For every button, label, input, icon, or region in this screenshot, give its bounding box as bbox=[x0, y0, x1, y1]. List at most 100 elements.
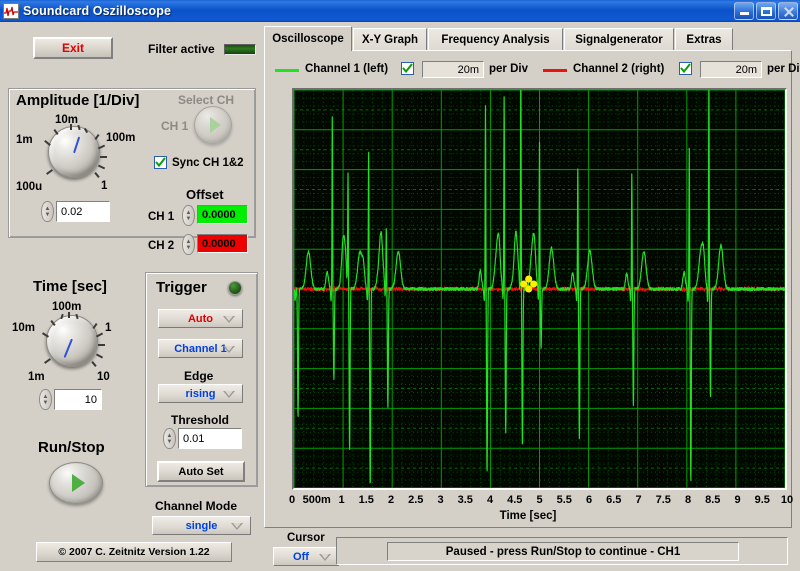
x-tick-label: 4.5 bbox=[507, 494, 523, 506]
offset-ch2-spinner[interactable]: ▲ ▼ bbox=[182, 234, 195, 255]
x-tick-label: 1 bbox=[338, 494, 345, 506]
tab-frequency-analysis[interactable]: Frequency Analysis bbox=[428, 28, 563, 50]
trigger-mode-dropdown[interactable]: Auto bbox=[158, 309, 243, 328]
trigger-led bbox=[228, 281, 242, 295]
offset-title: Offset bbox=[186, 187, 224, 202]
offset-ch2-label: CH 2 bbox=[148, 240, 175, 252]
tab-oscilloscope[interactable]: Oscilloscope bbox=[264, 26, 352, 51]
channel-2-color-swatch bbox=[543, 69, 567, 72]
chevron-down-icon bbox=[231, 523, 243, 530]
cursor-value: Off bbox=[293, 550, 309, 563]
offset-ch2-field[interactable]: 0.0000 bbox=[197, 234, 248, 253]
tab-xy-graph[interactable]: X-Y Graph bbox=[353, 28, 427, 50]
run-stop-label: Run/Stop bbox=[38, 439, 105, 456]
select-ch-label: Select CH bbox=[178, 93, 235, 107]
trigger-source-value: Channel 1 bbox=[174, 342, 227, 355]
channel-mode-value: single bbox=[185, 519, 218, 532]
x-tick-label: 0 bbox=[288, 494, 296, 506]
amplitude-tick-1m: 1m bbox=[16, 134, 33, 146]
waveform-icon bbox=[3, 3, 19, 19]
x-tick-label: 10 bbox=[780, 494, 794, 506]
x-axis-ticks: 0 500m 1 1.5 2 2.5 3 3.5 4 4.5 5 5.5 6 6.5 7 7.5 8 8.5 9 9.… bbox=[288, 494, 793, 508]
x-tick-label: 3 bbox=[437, 494, 444, 506]
offset-ch1-field[interactable]: 0.0000 bbox=[197, 205, 248, 224]
time-knob[interactable] bbox=[42, 312, 105, 373]
channel-1-checkbox[interactable] bbox=[401, 62, 414, 75]
x-tick-label: 7.5 bbox=[655, 494, 671, 506]
waveform-plot[interactable] bbox=[292, 88, 787, 490]
close-icon[interactable] bbox=[778, 2, 798, 20]
amplitude-value-field[interactable]: 0.02 bbox=[56, 201, 110, 222]
exit-button[interactable]: Exit bbox=[33, 37, 113, 59]
tab-extras[interactable]: Extras bbox=[675, 28, 733, 50]
x-tick-label: 8 bbox=[684, 494, 692, 506]
filter-active-indicator bbox=[224, 44, 256, 55]
oscilloscope-panel: Channel 1 (left) 20m per Div Channel 2 (… bbox=[264, 50, 800, 566]
channel-2-checkbox[interactable] bbox=[679, 62, 692, 75]
x-tick-label: 500m bbox=[302, 494, 331, 506]
cursor-label: Cursor bbox=[287, 532, 325, 544]
sync-channels-checkbox[interactable] bbox=[154, 156, 167, 169]
time-title: Time [sec] bbox=[33, 278, 107, 295]
trigger-threshold-field[interactable]: 0.01 bbox=[178, 428, 242, 449]
x-tick-label: 1.5 bbox=[358, 494, 374, 506]
trigger-edge-dropdown[interactable]: rising bbox=[158, 384, 243, 403]
chevron-down-icon bbox=[223, 391, 235, 398]
minimize-icon[interactable] bbox=[734, 2, 754, 20]
channel-1-per-div-label: per Div bbox=[489, 63, 528, 75]
title-bar: Soundcard Oszilloscope bbox=[0, 0, 800, 22]
x-tick-label: 9 bbox=[734, 494, 741, 506]
x-tick-label: 5.5 bbox=[556, 494, 572, 506]
channel-mode-dropdown[interactable]: single bbox=[152, 516, 251, 535]
x-tick-label: 2.5 bbox=[408, 494, 424, 506]
tab-signalgenerator[interactable]: Signalgenerator bbox=[564, 28, 674, 50]
channel-2-label: Channel 2 (right) bbox=[573, 63, 665, 75]
x-tick-label: 7 bbox=[635, 494, 642, 506]
x-tick-label: 9.5 bbox=[754, 494, 770, 506]
x-tick-label: 6.5 bbox=[606, 494, 622, 506]
run-stop-button[interactable] bbox=[49, 462, 103, 504]
window-title: Soundcard Oszilloscope bbox=[23, 4, 172, 18]
select-ch-button[interactable] bbox=[194, 106, 232, 144]
trigger-threshold-spinner[interactable]: ▲ ▼ bbox=[163, 428, 176, 449]
trigger-edge-label: Edge bbox=[184, 369, 214, 383]
window-controls bbox=[734, 2, 798, 20]
x-tick-label: 8.5 bbox=[705, 494, 721, 506]
cursor-dropdown[interactable]: Off bbox=[273, 547, 339, 566]
tab-bar: Oscilloscope X-Y Graph Frequency Analysi… bbox=[264, 26, 792, 51]
play-icon bbox=[72, 474, 85, 492]
channel-1-color-swatch bbox=[275, 69, 299, 72]
amplitude-knob[interactable] bbox=[44, 124, 107, 184]
trigger-mode-value: Auto bbox=[187, 312, 214, 325]
time-tick-1: 1 bbox=[105, 322, 112, 334]
offset-ch1-spinner[interactable]: ▲ ▼ bbox=[182, 205, 195, 226]
time-spinner[interactable]: ▲ ▼ bbox=[39, 389, 52, 410]
chevron-down-icon bbox=[319, 554, 331, 561]
application-window: Soundcard Oszilloscope Exit Filter activ… bbox=[0, 0, 800, 571]
trigger-edge-value: rising bbox=[185, 387, 216, 400]
channel-2-per-div-field[interactable]: 20m bbox=[700, 61, 762, 78]
status-message: Paused - press Run/Stop to continue - CH… bbox=[387, 542, 739, 561]
select-ch-value: CH 1 bbox=[161, 119, 189, 133]
offset-ch1-label: CH 1 bbox=[148, 211, 175, 223]
filter-active-label: Filter active bbox=[148, 42, 215, 56]
channel-1-per-div-field[interactable]: 20m bbox=[422, 61, 484, 78]
waveform-svg bbox=[294, 90, 785, 488]
maximize-icon[interactable] bbox=[756, 2, 776, 20]
auto-set-button[interactable]: Auto Set bbox=[157, 461, 245, 482]
time-tick-1m: 1m bbox=[28, 371, 45, 383]
trigger-threshold-label: Threshold bbox=[171, 413, 230, 427]
time-tick-100m: 100m bbox=[52, 301, 82, 313]
amplitude-tick-100m: 100m bbox=[106, 132, 136, 144]
trigger-source-dropdown[interactable]: Channel 1 bbox=[158, 339, 243, 358]
x-tick-label: 6 bbox=[585, 494, 593, 506]
x-tick-label: 4 bbox=[486, 494, 494, 506]
channel-mode-label: Channel Mode bbox=[155, 499, 238, 513]
chevron-down-icon bbox=[223, 316, 235, 323]
copyright-label: © 2007 C. Zeitnitz Version 1.22 bbox=[36, 542, 232, 562]
channel-1-label: Channel 1 (left) bbox=[305, 63, 389, 75]
time-tick-10m: 10m bbox=[12, 322, 36, 334]
time-value-field[interactable]: 10 bbox=[54, 389, 102, 410]
amplitude-tick-100u: 100u bbox=[16, 181, 43, 193]
amplitude-spinner[interactable]: ▲ ▼ bbox=[41, 201, 54, 222]
